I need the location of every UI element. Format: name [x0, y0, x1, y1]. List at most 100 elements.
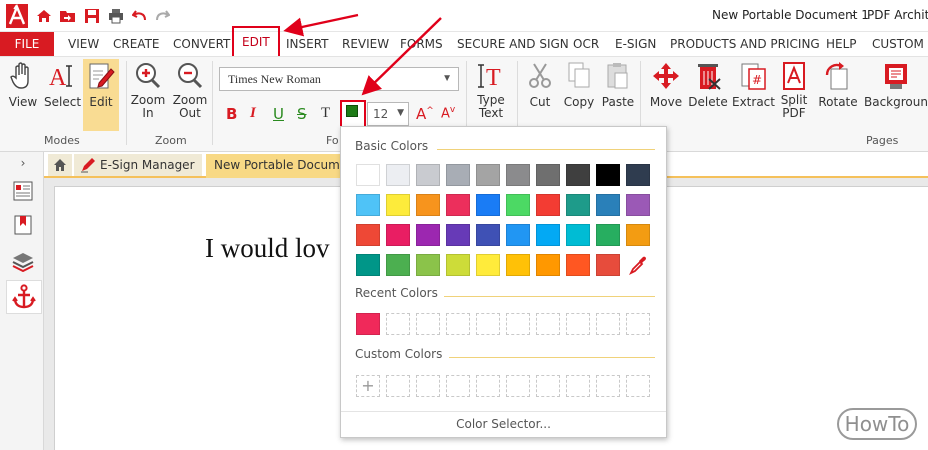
move-page-button[interactable]: Move — [647, 61, 685, 109]
select-mode-button[interactable]: A Select — [44, 61, 81, 109]
basic-color-swatch[interactable] — [416, 164, 440, 186]
view-mode-button[interactable]: View — [6, 61, 40, 109]
cut-button[interactable]: Cut — [522, 61, 558, 109]
thumbnails-icon[interactable] — [10, 178, 36, 204]
menu-edit[interactable]: EDIT — [232, 26, 280, 58]
menu-products-and-pricing[interactable]: PRODUCTS AND PRICING — [670, 32, 820, 56]
basic-color-swatch[interactable] — [386, 164, 410, 186]
paste-button[interactable]: Paste — [600, 61, 636, 109]
type-text-button[interactable]: T Type Text — [472, 61, 510, 120]
menu-review[interactable]: REVIEW — [342, 32, 389, 56]
basic-color-swatch[interactable] — [356, 224, 380, 246]
basic-color-swatch[interactable] — [446, 194, 470, 216]
grow-font-label: A — [416, 105, 427, 123]
basic-color-swatch[interactable] — [416, 194, 440, 216]
delete-page-label: Delete — [688, 95, 728, 109]
basic-color-swatch[interactable] — [596, 224, 620, 246]
layers-icon[interactable] — [10, 248, 36, 274]
app-logo-icon[interactable] — [6, 4, 28, 28]
basic-color-swatch[interactable] — [626, 164, 650, 186]
basic-color-swatch[interactable] — [506, 164, 530, 186]
basic-color-swatch[interactable] — [536, 224, 560, 246]
menu-help[interactable]: HELP — [826, 32, 857, 56]
recent-color-swatch[interactable] — [356, 313, 380, 335]
basic-color-swatch[interactable] — [506, 224, 530, 246]
edit-mode-button[interactable]: Edit — [83, 61, 119, 109]
esign-manager-tab[interactable]: E-Sign Manager — [74, 154, 202, 176]
home-icon[interactable] — [34, 6, 54, 26]
underline-button[interactable]: U — [273, 105, 284, 123]
menu-view[interactable]: VIEW — [68, 32, 99, 56]
background-button[interactable]: Background — [864, 61, 928, 109]
basic-color-swatch[interactable] — [596, 164, 620, 186]
basic-color-swatch[interactable] — [356, 164, 380, 186]
font-size-select[interactable]: 12 ▼ — [367, 102, 409, 126]
menu-custom[interactable]: CUSTOM — [872, 32, 924, 56]
zoom-in-button[interactable]: Zoom In — [130, 61, 166, 120]
basic-color-swatch[interactable] — [476, 164, 500, 186]
basic-color-swatch[interactable] — [386, 194, 410, 216]
menu-forms[interactable]: FORMS — [400, 32, 443, 56]
redo-icon[interactable] — [152, 6, 172, 26]
font-family-select[interactable]: Times New Roman ▼ — [219, 67, 459, 91]
delete-page-button[interactable]: Delete — [688, 61, 728, 109]
basic-color-swatch[interactable] — [536, 164, 560, 186]
basic-color-swatch[interactable] — [566, 224, 590, 246]
basic-color-swatch[interactable] — [536, 194, 560, 216]
chevron-right-icon[interactable]: › — [10, 154, 36, 172]
home-tab[interactable] — [48, 154, 72, 176]
bold-button[interactable]: B — [226, 105, 237, 123]
menu-ocr[interactable]: OCR — [573, 32, 599, 56]
split-pdf-button[interactable]: Split PDF — [776, 61, 812, 120]
grow-font-button[interactable]: A^ — [416, 105, 434, 123]
shrink-font-button[interactable]: Av — [441, 105, 455, 121]
menu-e-sign[interactable]: E-SIGN — [615, 32, 656, 56]
menu-secure-and-sign[interactable]: SECURE AND SIGN — [457, 32, 569, 56]
menu-convert[interactable]: CONVERT — [173, 32, 230, 56]
copy-button[interactable]: Copy — [561, 61, 597, 109]
strikethrough-button[interactable]: S — [297, 105, 307, 123]
basic-color-swatch[interactable] — [476, 194, 500, 216]
basic-color-swatch[interactable] — [596, 194, 620, 216]
undo-icon[interactable] — [130, 6, 150, 26]
extract-page-button[interactable]: # Extract — [732, 61, 775, 109]
basic-color-swatch[interactable] — [446, 224, 470, 246]
menu-insert[interactable]: INSERT — [286, 32, 329, 56]
basic-color-swatch[interactable] — [356, 254, 380, 276]
basic-color-swatch[interactable] — [506, 194, 530, 216]
basic-color-swatch[interactable] — [446, 164, 470, 186]
basic-color-swatch[interactable] — [356, 194, 380, 216]
zoom-out-button[interactable]: Zoom Out — [172, 61, 208, 120]
basic-color-swatch[interactable] — [566, 194, 590, 216]
title-separator: - — [851, 8, 856, 22]
save-icon[interactable] — [82, 6, 102, 26]
document-tab[interactable]: New Portable Documen — [206, 154, 352, 178]
color-selector-link[interactable]: Color Selector... — [341, 417, 666, 431]
print-icon[interactable] — [106, 6, 126, 26]
basic-color-swatch[interactable] — [476, 254, 500, 276]
basic-color-swatch[interactable] — [506, 254, 530, 276]
anchor-panel-button[interactable] — [6, 280, 42, 314]
italic-button[interactable]: I — [250, 105, 256, 122]
basic-color-swatch[interactable] — [626, 194, 650, 216]
rotate-page-button[interactable]: Rotate — [818, 61, 858, 109]
basic-color-swatch[interactable] — [446, 254, 470, 276]
menu-create[interactable]: CREATE — [113, 32, 160, 56]
basic-color-swatch[interactable] — [596, 254, 620, 276]
basic-color-swatch[interactable] — [566, 254, 590, 276]
bookmarks-icon[interactable] — [10, 212, 36, 238]
basic-color-swatch[interactable] — [476, 224, 500, 246]
eyedropper-icon[interactable] — [626, 254, 650, 276]
basic-color-swatch[interactable] — [386, 224, 410, 246]
page-text[interactable]: I would lov — [205, 233, 330, 264]
basic-color-swatch[interactable] — [416, 224, 440, 246]
basic-color-swatch[interactable] — [386, 254, 410, 276]
basic-color-swatch[interactable] — [536, 254, 560, 276]
add-custom-color-button[interactable]: + — [356, 375, 380, 397]
basic-color-swatch[interactable] — [416, 254, 440, 276]
basic-color-swatch[interactable] — [626, 224, 650, 246]
open-folder-icon[interactable] — [58, 6, 78, 26]
section-divider — [444, 296, 655, 297]
menu-file[interactable]: FILE — [0, 32, 54, 56]
basic-color-swatch[interactable] — [566, 164, 590, 186]
